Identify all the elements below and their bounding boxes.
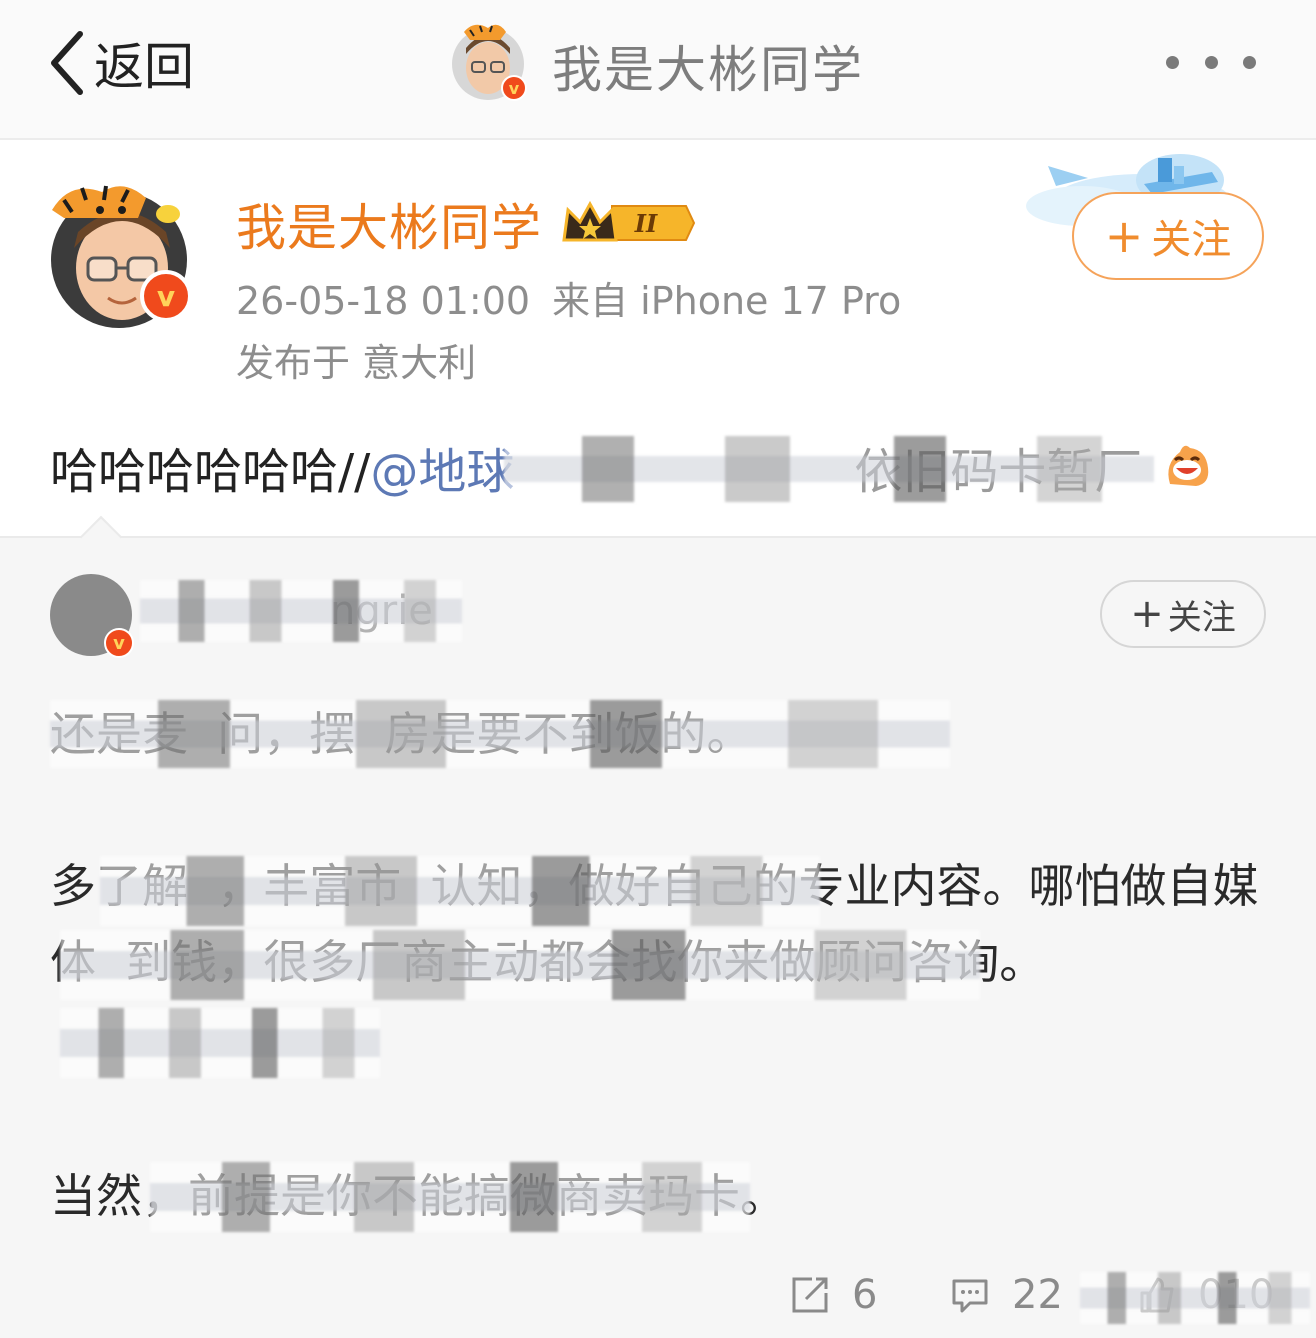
laughing-emoji-icon <box>1168 445 1209 486</box>
like-count: 010 <box>1198 1272 1275 1318</box>
mention-link[interactable]: @地球 <box>370 444 514 500</box>
repost-paragraph: 当然，前提是你不能搞微商卖玛卡。 <box>50 1169 786 1223</box>
author-avatar[interactable]: v <box>44 170 194 330</box>
back-button[interactable]: 返回 <box>48 28 194 98</box>
vip-crown-icon: II <box>562 200 696 242</box>
plus-icon: + <box>1104 209 1144 263</box>
post-meta: 26-05-18 01:00 来自 iPhone 17 Pro <box>236 270 901 325</box>
like-action[interactable]: 010 <box>1136 1270 1274 1320</box>
post-text-prefix: 哈哈哈哈哈哈// <box>50 444 371 500</box>
plus-icon: + <box>1130 591 1164 637</box>
author-name[interactable]: 我是大彬同学 <box>236 188 542 260</box>
comment-action[interactable]: 22 <box>950 1270 1063 1320</box>
follow-label: 关注 <box>1151 217 1232 263</box>
post-text-suffix: 依旧码卡暂厂 <box>854 444 1143 500</box>
more-options-button[interactable] <box>1166 50 1256 74</box>
dot-icon <box>1243 55 1256 69</box>
chevron-left-icon <box>51 31 83 95</box>
nav-avatar[interactable]: v <box>446 18 530 102</box>
follow-label: 关注 <box>1167 597 1236 638</box>
repost-paragraph: 多了解 ，丰富市 认知，做好自己的专业内容。哪怕做自媒体 到钱，很多厂商主动都会… <box>50 859 1259 989</box>
follow-button[interactable]: + 关注 <box>1072 192 1264 280</box>
post-location: 发布于 意大利 <box>236 341 477 385</box>
comment-icon <box>952 1279 988 1313</box>
svg-text:v: v <box>509 79 520 98</box>
repost-follow-button[interactable]: + 关注 <box>1100 580 1266 648</box>
repost-author-name[interactable]: ngrie <box>330 588 433 634</box>
post-timestamp: 26-05-18 01:00 <box>236 279 531 323</box>
thumbs-up-icon <box>1140 1277 1174 1313</box>
repost-icon <box>792 1277 828 1313</box>
back-label: 返回 <box>94 38 194 96</box>
nav-title: 我是大彬同学 <box>552 41 864 99</box>
dot-icon <box>1204 55 1218 69</box>
verified-badge-icon: v <box>104 628 134 658</box>
comment-count: 22 <box>1012 1272 1063 1318</box>
svg-text:v: v <box>157 280 175 313</box>
post-source: 来自 iPhone 17 Pro <box>552 279 902 323</box>
repost-count: 6 <box>852 1272 878 1318</box>
vip-level-label: II <box>634 209 658 238</box>
post-text: 哈哈哈哈哈哈//@地球 依旧码卡暂厂 <box>50 432 1142 502</box>
repost-paragraph: 还是麦 问，摆 房是要不到饭的。 <box>50 707 753 761</box>
repost-action[interactable]: 6 <box>790 1270 877 1320</box>
dot-icon <box>1166 55 1179 69</box>
